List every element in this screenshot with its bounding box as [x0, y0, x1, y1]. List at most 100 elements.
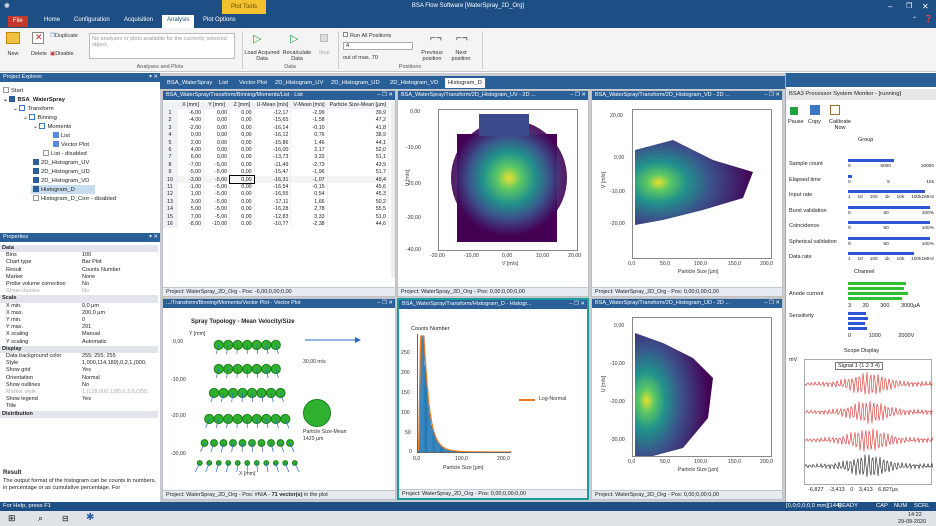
property-category[interactable]: Scale: [0, 295, 158, 303]
table-cell[interactable]: 3,33: [290, 153, 328, 162]
table-cell[interactable]: 45,6: [327, 183, 390, 191]
tree-item-2d-histogram-ud[interactable]: 2D_Histogram_UD: [33, 168, 90, 175]
table-row[interactable]: 15 7,00 -5,00 0,00 -12,83 3,33 51,0: [163, 212, 390, 221]
table-row[interactable]: 10 -3,00 -5,00 0,00 -16,31 -1,07 49,4: [163, 174, 390, 185]
property-row[interactable]: Probe volume correction No: [0, 281, 158, 288]
table-row[interactable]: 9 -5,00 -5,00 0,00 -15,47 -1,96 51,7: [163, 168, 390, 176]
load-acquired-data-button[interactable]: Load Acquired Data: [244, 50, 280, 62]
table-cell[interactable]: 49,4: [327, 175, 390, 184]
property-value[interactable]: 1,000,114,189),0,2,1,(000,: [82, 360, 146, 366]
table-cell[interactable]: -4,00: [177, 116, 205, 125]
table-cell[interactable]: -12,83: [254, 212, 292, 221]
tree-item-vector-plot[interactable]: Vector Plot: [53, 141, 89, 148]
table-cell[interactable]: 38,9: [327, 131, 390, 139]
scope-display[interactable]: Signal 1 (1 2 3 4): [804, 359, 934, 485]
tree-item-2d-histogram-uv[interactable]: 2D_Histogram_UV: [33, 159, 89, 166]
tree-item-histogram-d[interactable]: Histogram_D: [31, 185, 95, 194]
table-row[interactable]: 16 -8,00 -10,00 0,00 -10,77 -2,38 44,6: [163, 220, 390, 228]
property-row[interactable]: Y max. 291: [0, 324, 158, 331]
column-header[interactable]: Particle Size-Mean [µm]: [327, 102, 390, 110]
table-cell[interactable]: 5,00: [177, 205, 205, 213]
table-row[interactable]: 1 -6,00 0,00 0,00 -12,17 -2,99 39,9: [163, 109, 390, 117]
table-cell[interactable]: -10,77: [254, 220, 292, 228]
previous-position-button[interactable]: Previous position: [414, 50, 450, 62]
column-header[interactable]: Z [mm]: [229, 102, 255, 110]
property-row[interactable]: X max. 200,0 µm: [0, 310, 158, 317]
table-cell[interactable]: -7,00: [177, 161, 205, 169]
table-cell[interactable]: 0,00: [229, 138, 255, 147]
table-cell[interactable]: -16,54: [254, 183, 292, 191]
property-value[interactable]: Normal: [82, 375, 100, 381]
property-value[interactable]: 200,0 µm: [82, 310, 105, 316]
table-cell[interactable]: -2,99: [290, 109, 328, 117]
table-cell[interactable]: 1,46: [290, 138, 328, 147]
table-cell[interactable]: -0,10: [290, 124, 328, 132]
table-cell[interactable]: 2,17: [290, 146, 328, 154]
table-cell[interactable]: 52,0: [327, 146, 390, 154]
doc-tab-2d-histogram-ud[interactable]: 2D_Histogram_UD: [328, 78, 383, 88]
tree-item-histogram-d-corr[interactable]: Histogram_D_Corr - disabled: [33, 195, 116, 202]
table-cell[interactable]: 0,00: [203, 146, 231, 154]
property-row[interactable]: X min. 0,0 µm: [0, 303, 158, 310]
tree-item-project[interactable]: ⌄ BSA_WaterSpray: [3, 96, 65, 103]
column-header[interactable]: Y [mm]: [203, 102, 231, 110]
table-cell[interactable]: 0,00: [229, 131, 255, 139]
table-cell[interactable]: 0,00: [177, 131, 205, 139]
property-value[interactable]: 0: [82, 317, 85, 323]
property-value[interactable]: Bar Plot: [82, 259, 102, 265]
tree-item-2d-histogram-vd[interactable]: 2D_Histogram_VD: [33, 177, 89, 184]
minimize-icon[interactable]: –: [888, 2, 892, 11]
table-cell[interactable]: 2,78: [290, 205, 328, 213]
property-value[interactable]: No: [82, 288, 89, 294]
table-cell[interactable]: -5,00: [203, 198, 231, 206]
table-cell[interactable]: 0,00: [229, 220, 255, 228]
stop-button[interactable]: Stop: [314, 50, 334, 56]
table-cell[interactable]: -16,55: [254, 190, 292, 199]
table-cell[interactable]: -11,49: [254, 161, 292, 169]
property-category[interactable]: Display: [0, 345, 158, 353]
table-row[interactable]: 13 3,00 -5,00 0,00 -17,11 1,66 50,2: [163, 198, 390, 206]
doc-tab-list[interactable]: List: [216, 78, 231, 88]
table-cell[interactable]: -16,12: [254, 131, 292, 139]
property-value[interactable]: No: [82, 382, 89, 388]
table-cell[interactable]: 44,6: [327, 220, 390, 228]
table-cell[interactable]: -1,00: [177, 183, 205, 191]
table-cell[interactable]: -5,00: [177, 168, 205, 176]
tree-item-list[interactable]: List: [53, 132, 70, 139]
disable-button[interactable]: ▣Disable: [50, 51, 74, 57]
maximize-icon[interactable]: ❐: [906, 2, 912, 10]
column-header[interactable]: X [mm]: [177, 102, 205, 110]
table-cell[interactable]: 1,00: [177, 190, 205, 199]
column-header[interactable]: [163, 102, 178, 110]
table-cell[interactable]: -5,00: [203, 183, 231, 191]
app-icon[interactable]: ❃: [4, 2, 10, 10]
table-cell[interactable]: -2,00: [177, 124, 205, 132]
ud-pane-header[interactable]: BSA_WaterSpray/Transform/2D_Histogram_UD…: [592, 299, 782, 308]
ud-plot-area[interactable]: [632, 317, 772, 457]
table-cell[interactable]: -5,00: [203, 190, 231, 199]
list-pane-header[interactable]: BSA_WaterSpray/Transform/Binning/Moments…: [163, 91, 395, 100]
position-input[interactable]: 4: [343, 42, 413, 50]
tab-home[interactable]: Home: [44, 17, 60, 23]
property-row[interactable]: Y scaling Automatic: [0, 339, 158, 346]
property-row[interactable]: Show legend Yes: [0, 396, 158, 403]
table-cell[interactable]: -15,47: [254, 168, 292, 176]
table-cell[interactable]: -16,31: [254, 175, 292, 184]
table-cell[interactable]: 6,00: [177, 153, 205, 162]
table-cell[interactable]: -17,11: [254, 198, 292, 206]
table-cell[interactable]: -6,00: [177, 109, 205, 117]
tab-file[interactable]: File: [8, 16, 28, 27]
table-cell[interactable]: -5,00: [203, 212, 231, 221]
property-row[interactable]: Y min. 0: [0, 317, 158, 324]
property-value[interactable]: No: [82, 281, 89, 287]
doc-tab-2d-histogram-uv[interactable]: 2D_Histogram_UV: [272, 78, 326, 88]
table-cell[interactable]: 0,00: [203, 131, 231, 139]
doc-tab-bsa-waterspray[interactable]: BSA_WaterSpray: [164, 78, 215, 88]
collapse-ribbon-icon[interactable]: ⌃: [912, 16, 917, 23]
run-all-positions-checkbox[interactable]: Run All Positions: [343, 32, 391, 39]
table-cell[interactable]: 51,0: [327, 212, 390, 221]
tree-item-start[interactable]: Start: [3, 87, 23, 94]
new-button[interactable]: New: [2, 51, 24, 57]
table-cell[interactable]: 0,00: [229, 183, 255, 191]
table-cell[interactable]: -2,38: [290, 220, 328, 228]
